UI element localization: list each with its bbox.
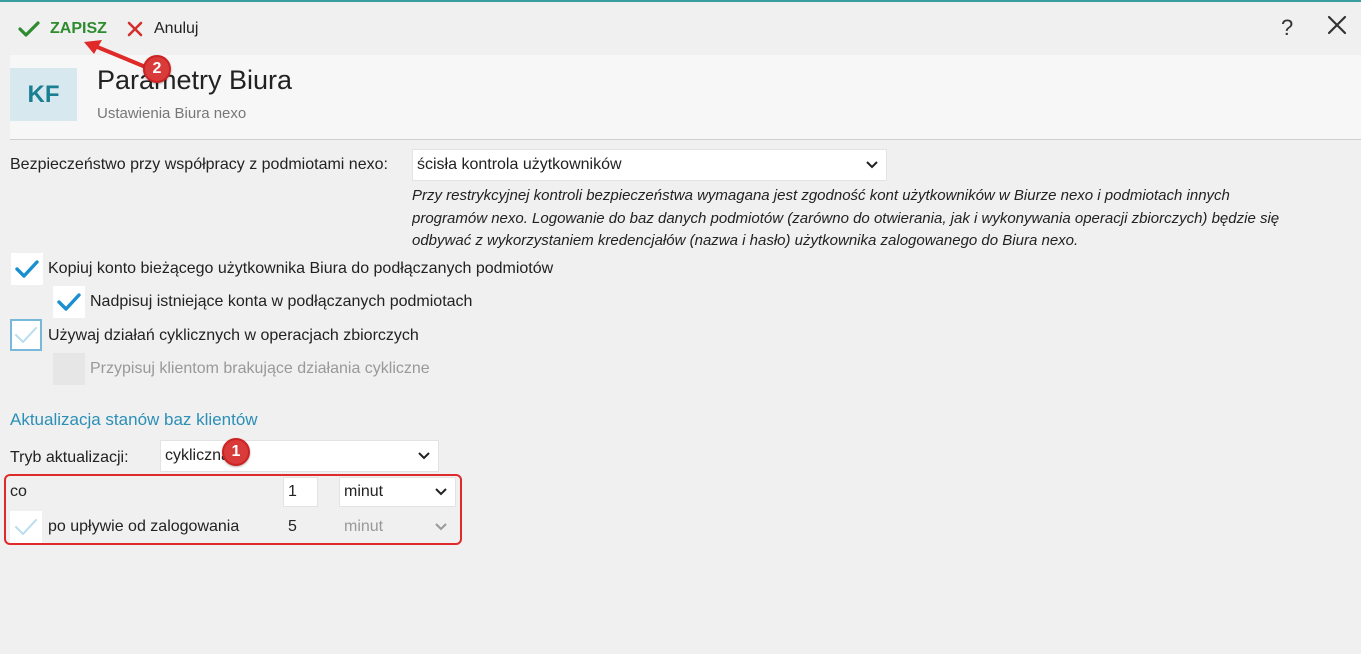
page-subtitle: Ustawienia Biura nexo — [97, 105, 247, 122]
checkmark-faint-icon — [15, 519, 37, 535]
cyclic-actions-label: Używaj działań cyklicznych w operacjach … — [48, 327, 419, 344]
help-icon[interactable]: ? — [1281, 15, 1293, 41]
chevron-down-icon — [418, 452, 430, 460]
checkmark-icon — [18, 21, 40, 37]
security-description: Przy restrykcyjnej kontroli bezpieczeńst… — [412, 185, 1361, 253]
description-line: Przy restrykcyjnej kontroli bezpieczeńst… — [412, 187, 1230, 204]
after-login-label: po upływie od zalogowania — [48, 518, 240, 535]
copy-account-checkbox[interactable] — [11, 253, 43, 285]
annotation-badge-1: 1 — [222, 438, 250, 466]
cancel-button[interactable]: Anuluj — [126, 16, 198, 42]
after-login-value-input[interactable]: 5 — [283, 512, 318, 542]
assign-missing-label: Przypisuj klientom brakujące działania c… — [90, 360, 430, 377]
header-panel: KF Parametry Biura Ustawienia Biura nexo — [10, 55, 1361, 140]
overwrite-accounts-checkbox[interactable] — [53, 286, 85, 318]
description-line: programów nexo. Logowanie do baz danych … — [412, 209, 1280, 227]
security-label: Bezpieczeństwo przy współpracy z podmiot… — [10, 156, 388, 173]
checkmark-icon — [15, 260, 39, 278]
update-mode-select[interactable]: cykliczna — [160, 440, 439, 472]
every-label: co — [10, 483, 27, 500]
cancel-label: Anuluj — [154, 20, 199, 37]
every-unit-value: minut — [344, 483, 384, 500]
chevron-down-icon — [435, 488, 447, 496]
cyclic-actions-checkbox[interactable] — [10, 319, 42, 351]
update-section-title: Aktualizacja stanów baz klientów — [10, 410, 258, 429]
logo: KF — [10, 68, 77, 121]
after-login-checkbox[interactable] — [10, 511, 42, 543]
security-select[interactable]: ścisła kontrola użytkowników — [412, 149, 887, 181]
after-login-unit-value: minut — [344, 518, 384, 535]
chevron-down-icon — [435, 523, 447, 531]
save-label: ZAPISZ — [50, 20, 107, 37]
overwrite-accounts-label: Nadpisuj istniejące konta w podłączanych… — [90, 293, 473, 310]
security-select-value: ścisła kontrola użytkowników — [417, 156, 622, 173]
every-unit-select[interactable]: minut — [339, 477, 456, 507]
close-x-icon — [127, 21, 143, 37]
checkmark-faint-icon — [15, 327, 37, 343]
save-button[interactable]: ZAPISZ — [18, 16, 107, 42]
every-value-input[interactable]: 1 — [283, 477, 318, 507]
close-window-icon[interactable] — [1327, 15, 1347, 35]
page-title: Parametry Biura — [97, 65, 293, 95]
checkmark-icon — [57, 293, 81, 311]
copy-account-label: Kopiuj konto bieżącego użytkownika Biura… — [48, 260, 554, 277]
update-mode-value: cykliczna — [165, 447, 230, 464]
update-mode-label: Tryb aktualizacji: — [10, 449, 129, 466]
assign-missing-checkbox[interactable] — [53, 353, 85, 385]
after-login-unit-select[interactable]: minut — [339, 512, 456, 542]
chevron-down-icon — [866, 161, 878, 169]
description-line: odbywać z wykorzystaniem kredencjałów (n… — [412, 232, 1079, 249]
toolbar: ZAPISZ Anuluj ? — [0, 0, 1361, 54]
annotation-badge-2: 2 — [143, 55, 171, 83]
